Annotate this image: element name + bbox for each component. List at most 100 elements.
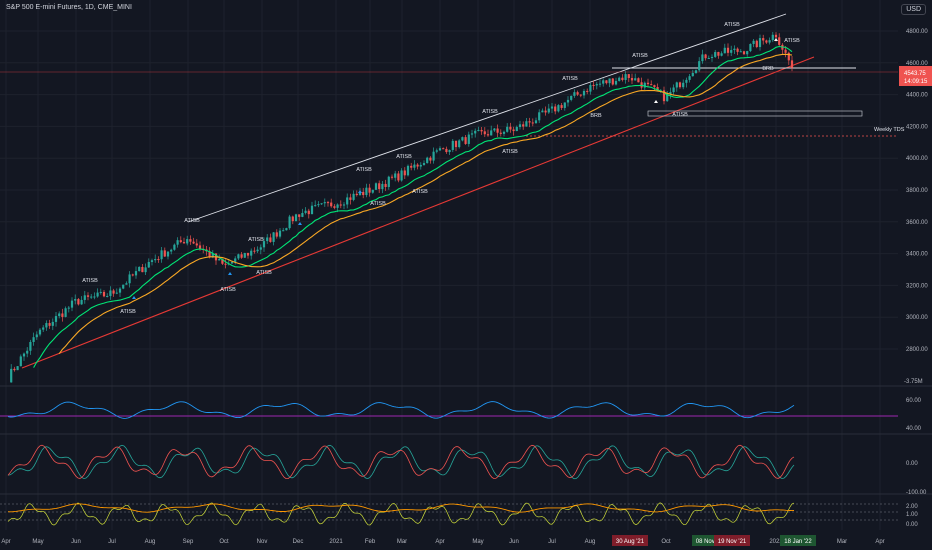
candle-body: [138, 266, 141, 272]
candle-body: [96, 292, 99, 297]
candle-body: [61, 313, 64, 317]
candle-body: [272, 232, 275, 242]
candle-body: [320, 203, 323, 205]
candle-body: [749, 43, 752, 52]
candle-body: [778, 37, 781, 45]
candle-body: [541, 110, 544, 113]
time-label: Jul: [108, 539, 116, 545]
candle-body: [701, 54, 704, 62]
candle-body: [304, 210, 307, 213]
candle-body: [99, 291, 102, 293]
candle-body: [141, 266, 144, 273]
candle-body: [186, 239, 189, 244]
candle-body: [595, 84, 598, 86]
time-label: Apr: [1, 539, 10, 545]
candle-body: [618, 77, 621, 81]
candle-body: [102, 291, 106, 297]
pattern-label: ATISB: [256, 270, 272, 276]
candle-body: [771, 34, 774, 41]
pattern-label: ATISB: [562, 76, 578, 82]
candle-body: [634, 78, 637, 81]
signal-arrow: [774, 38, 778, 41]
chart-canvas: Weekly TDS ATISBATISBATISBATISBATISBATIS…: [0, 0, 932, 546]
candle-body: [237, 254, 240, 259]
candle-body: [397, 173, 400, 181]
candle-body: [528, 121, 531, 123]
candle-body: [582, 90, 586, 96]
pattern-label: ATISB: [396, 154, 412, 160]
candle-body: [38, 329, 42, 335]
candle-body: [381, 183, 384, 190]
candle-body: [554, 106, 557, 112]
candle-body: [115, 292, 118, 294]
pattern-label: ATISB: [482, 109, 498, 115]
candle-body: [650, 84, 653, 86]
lower-trendline: [21, 56, 815, 369]
candle-body: [726, 47, 730, 53]
candle-body: [675, 82, 678, 88]
currency-badge[interactable]: USD: [901, 4, 926, 15]
candle-body: [627, 74, 630, 78]
candle-body: [378, 183, 381, 190]
candle-body: [435, 150, 438, 152]
candle-body: [534, 120, 538, 124]
candle-body: [438, 148, 442, 151]
time-label: Jul: [548, 539, 556, 545]
candle-body: [317, 204, 320, 206]
candle-body: [26, 350, 29, 354]
candle-body: [218, 259, 221, 261]
price-label: 4000.00: [906, 156, 928, 162]
candle-body: [451, 140, 454, 150]
candle-body: [253, 250, 256, 252]
time-label: Apr: [875, 539, 884, 545]
candle-body: [131, 274, 134, 276]
time-label: Oct: [219, 539, 229, 545]
pane-axis-label: 2.00: [906, 504, 918, 510]
candle-body: [506, 126, 509, 132]
candle-body: [246, 253, 250, 256]
candle-body: [240, 254, 243, 258]
candle-body: [621, 77, 624, 80]
candle-body: [147, 261, 150, 268]
time-label: Aug: [585, 539, 596, 545]
candle-body: [67, 307, 70, 309]
pattern-label: ATISB: [220, 287, 236, 293]
price-label: 4600.00: [906, 61, 928, 67]
pattern-label: ATISB: [672, 112, 688, 118]
candle-body: [765, 40, 768, 43]
pattern-label: ATISB: [82, 278, 98, 284]
candle-body: [490, 130, 493, 136]
candle-body: [285, 228, 288, 231]
pattern-label: BRB: [762, 66, 774, 72]
candle-body: [256, 249, 259, 252]
candle-body: [77, 299, 80, 305]
candle-body: [192, 241, 195, 244]
price-label: 3000.00: [906, 315, 928, 321]
candle-body: [45, 323, 48, 328]
symbol-title[interactable]: S&P 500 E-mini Futures, 1D, CME_MINI: [6, 4, 132, 11]
volume-axis-label: -3.75M: [904, 379, 923, 385]
price-label: 4800.00: [906, 29, 928, 35]
candle-body: [614, 80, 618, 85]
candle-body: [787, 52, 790, 61]
candle-body: [419, 164, 422, 167]
candle-body: [182, 242, 186, 244]
candle-body: [509, 126, 512, 130]
pattern-label: ATISB: [184, 218, 200, 224]
time-label: Mar: [837, 539, 847, 545]
candle-body: [483, 131, 486, 135]
pattern-label: ATISB: [248, 237, 264, 243]
candle-body: [330, 202, 333, 207]
candle-body: [470, 133, 474, 135]
candle-body: [150, 260, 154, 262]
candle-body: [125, 283, 128, 285]
candle-body: [589, 84, 592, 92]
candle-body: [310, 205, 314, 215]
candle-body: [349, 197, 352, 200]
candle-body: [480, 129, 483, 132]
signal-arrow: [228, 272, 232, 275]
candle-body: [525, 121, 528, 127]
pane-axis-label: 60.00: [906, 398, 922, 404]
candle-body: [707, 57, 710, 59]
candle-body: [403, 170, 406, 176]
